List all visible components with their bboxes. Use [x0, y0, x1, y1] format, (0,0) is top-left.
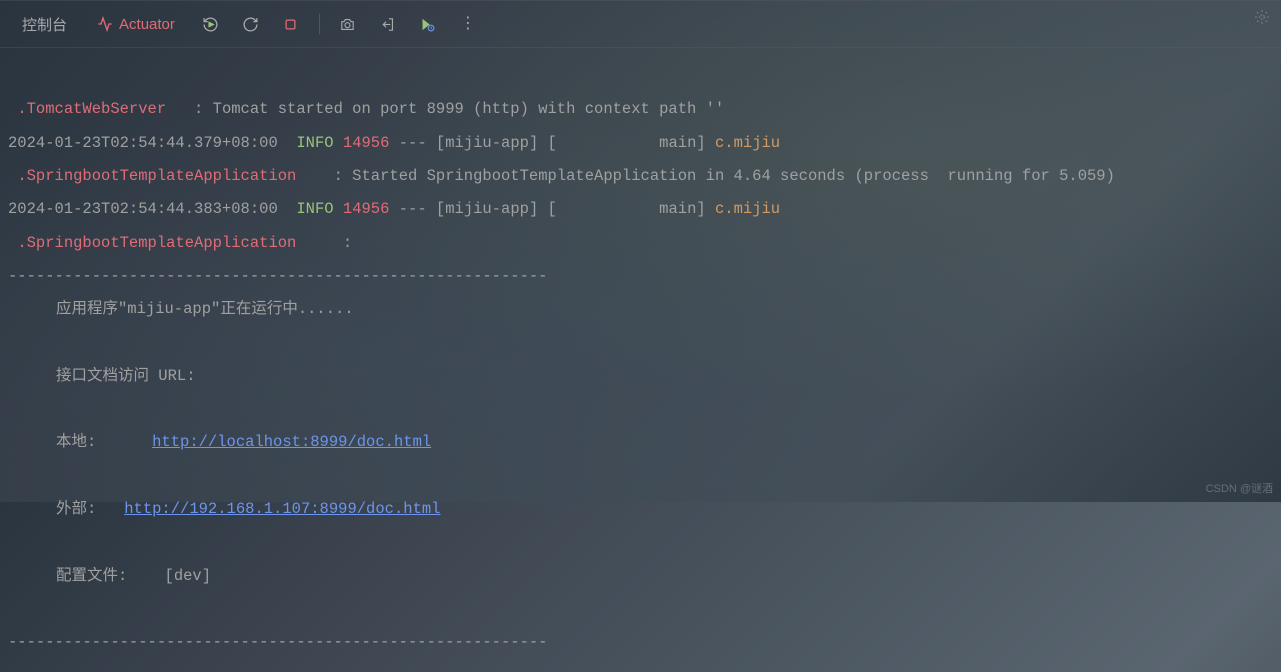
log-class: .SpringbootTemplateApplication — [17, 234, 296, 252]
log-dashes: ----------------------------------------… — [8, 267, 548, 285]
log-text — [8, 100, 17, 118]
log-text — [296, 167, 333, 185]
actuator-label: Actuator — [119, 16, 175, 33]
profile-value: [dev] — [165, 567, 212, 585]
log-text — [389, 134, 398, 152]
actuator-icon — [97, 16, 113, 32]
log-text — [127, 567, 164, 585]
log-timestamp: 2024-01-23T02:54:44.383+08:00 — [8, 200, 278, 218]
watermark: CSDN @谜酒 — [1206, 480, 1273, 496]
log-text — [96, 500, 124, 518]
log-class: .TomcatWebServer — [17, 100, 166, 118]
log-msg: : Started SpringbootTemplateApplication … — [334, 167, 1115, 185]
log-timestamp: 2024-01-23T02:54:44.379+08:00 — [8, 134, 278, 152]
more-icon[interactable]: ⋮ — [454, 10, 482, 38]
log-text — [96, 433, 152, 451]
log-text — [334, 200, 343, 218]
log-text — [334, 134, 343, 152]
console-tab[interactable]: 控制台 — [10, 8, 79, 41]
api-doc-label: 接口文档访问 URL: — [56, 367, 196, 385]
rerun-icon[interactable] — [197, 10, 225, 38]
external-url-link[interactable]: http://192.168.1.107:8999/doc.html — [124, 500, 440, 518]
local-label: 本地: — [56, 433, 96, 451]
external-label: 外部: — [56, 500, 96, 518]
log-class: .SpringbootTemplateApplication — [17, 167, 296, 185]
app-running-text: 应用程序"mijiu-app"正在运行中...... — [56, 300, 354, 318]
log-level: INFO — [296, 200, 333, 218]
log-text — [8, 234, 17, 252]
profile-label: 配置文件: — [56, 567, 127, 585]
actuator-tab[interactable]: Actuator — [83, 10, 189, 39]
log-text — [8, 167, 17, 185]
log-text — [278, 200, 297, 218]
log-text — [296, 234, 343, 252]
log-level: INFO — [296, 134, 333, 152]
log-pid: 14956 — [343, 134, 390, 152]
log-colon: : — [343, 234, 352, 252]
log-pid: 14956 — [343, 200, 390, 218]
log-text — [166, 100, 194, 118]
debug-icon[interactable] — [414, 10, 442, 38]
log-thread: --- [mijiu-app] [ main] — [399, 134, 715, 152]
divider — [319, 14, 320, 34]
log-text — [278, 134, 297, 152]
expand-icon[interactable] — [1253, 8, 1271, 31]
console-output: .TomcatWebServer : Tomcat started on por… — [0, 48, 1281, 672]
camera-icon[interactable] — [334, 10, 362, 38]
log-msg: : Tomcat started on port 8999 (http) wit… — [194, 100, 724, 118]
log-logger: c.mijiu — [715, 200, 780, 218]
local-url-link[interactable]: http://localhost:8999/doc.html — [152, 433, 431, 451]
toolbar: 控制台 Actuator — [0, 0, 1281, 48]
log-dashes: ----------------------------------------… — [8, 633, 548, 651]
log-thread: --- [mijiu-app] [ main] — [399, 200, 715, 218]
rerun-failed-icon[interactable] — [237, 10, 265, 38]
exit-icon[interactable] — [374, 10, 402, 38]
stop-icon[interactable] — [277, 10, 305, 38]
log-text — [389, 200, 398, 218]
log-logger: c.mijiu — [715, 134, 780, 152]
